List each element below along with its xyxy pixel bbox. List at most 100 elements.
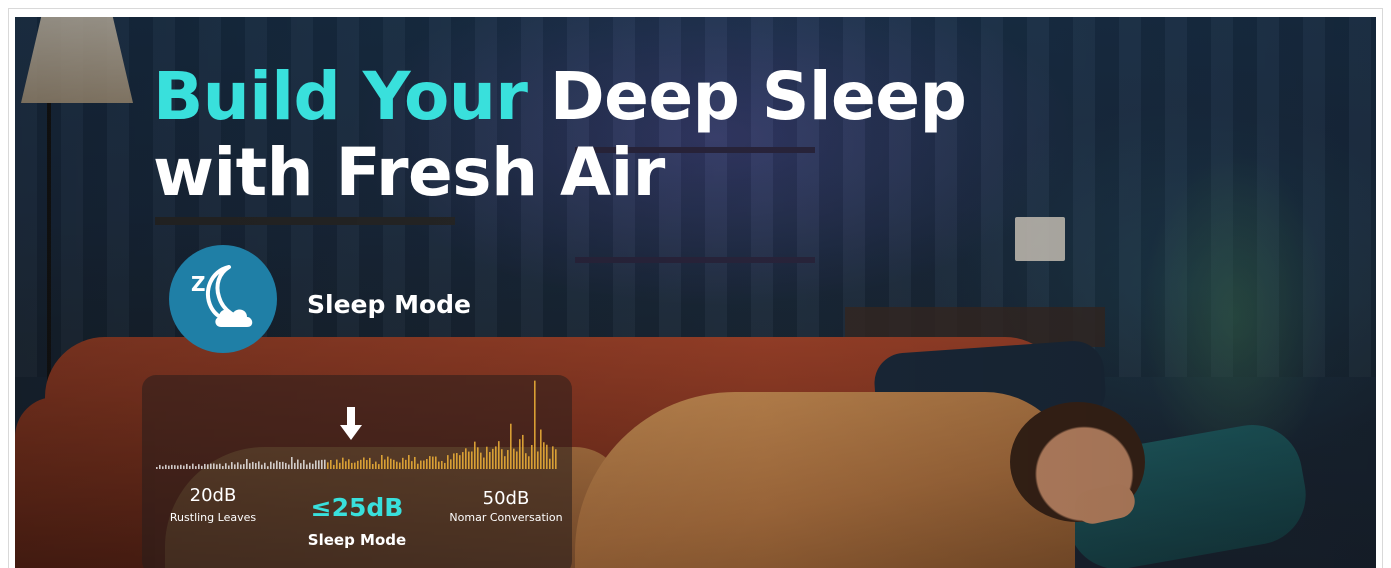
waveform-bar	[441, 460, 443, 469]
waveform-bar	[312, 463, 314, 469]
waveform-bar	[336, 459, 338, 469]
waveform-bar	[480, 452, 482, 469]
waveform-bar	[516, 451, 518, 469]
waveform-bar	[318, 460, 320, 469]
waveform-bar	[159, 464, 161, 469]
waveform-bar	[219, 463, 221, 469]
waveform-bar	[342, 457, 344, 469]
waveform-bar	[273, 463, 275, 469]
waveform-bar	[381, 455, 383, 469]
waveform-bar	[261, 464, 263, 469]
waveform-bar	[432, 456, 434, 469]
waveform-bar	[546, 444, 548, 469]
waveform-bar	[456, 453, 458, 469]
waveform-bar	[522, 434, 524, 469]
waveform-bar	[549, 458, 551, 469]
waveform-bar	[330, 460, 332, 469]
waveform-bar	[531, 445, 533, 469]
waveform-bar	[213, 463, 215, 469]
waveform-bar	[354, 462, 356, 469]
zzz-letter: Z	[191, 272, 206, 296]
waveform-bar	[426, 459, 428, 469]
waveform-bar	[279, 462, 281, 469]
waveform-bar	[270, 461, 272, 469]
noise-high-caption: Nomar Conversation	[449, 511, 563, 524]
waveform-bar	[498, 441, 500, 469]
waveform-bar	[222, 466, 224, 469]
waveform-bar	[408, 455, 410, 469]
waveform-bar	[162, 466, 164, 469]
waveform-bar	[447, 455, 449, 469]
waveform-bar	[204, 463, 206, 469]
waveform-bar	[414, 456, 416, 469]
waveform-bar	[387, 456, 389, 469]
waveform-bar	[540, 429, 542, 469]
waveform-bar	[492, 448, 494, 469]
waveform-bar	[177, 465, 179, 469]
waveform-bar	[303, 459, 305, 469]
waveform-bar	[543, 442, 545, 469]
waveform-bar	[519, 439, 521, 469]
waveform-bar	[324, 459, 326, 469]
waveform-bar	[369, 457, 371, 469]
noise-low-caption: Rustling Leaves	[169, 511, 257, 524]
waveform-bar	[267, 466, 269, 469]
waveform-bar	[216, 464, 218, 469]
waveform-bar	[504, 456, 506, 469]
noise-sleep-caption: Sleep Mode	[307, 531, 407, 549]
waveform-bar	[366, 460, 368, 469]
waveform-bar	[525, 453, 527, 469]
waveform-bar	[192, 463, 194, 469]
waveform-bar	[180, 464, 182, 469]
waveform-bar	[495, 446, 497, 469]
waveform-bar	[207, 464, 209, 469]
waveform-bar	[501, 449, 503, 469]
waveform-bar	[309, 462, 311, 469]
waveform-bar	[420, 460, 422, 469]
waveform-bar	[339, 462, 341, 469]
waveform-bar	[174, 465, 176, 469]
waveform-bar	[378, 464, 380, 469]
waveform-bar	[459, 455, 461, 469]
waveform-bar	[186, 463, 188, 469]
waveform-bar	[237, 462, 239, 469]
waveform-bar	[210, 463, 212, 469]
hero-banner: Build Your Deep Sleep with Fresh Air Z S…	[15, 17, 1376, 568]
waveform-bar	[507, 450, 509, 469]
waveform-bar	[555, 449, 557, 469]
waveform-bar	[201, 465, 203, 469]
waveform-bar	[294, 462, 296, 469]
waveform-bar	[510, 423, 512, 469]
waveform-bar	[300, 463, 302, 469]
sleep-mode-badge: Z	[169, 245, 277, 353]
waveform-bar	[255, 463, 257, 469]
waveform-bar	[243, 464, 245, 469]
waveform-bar	[462, 452, 464, 469]
moon-cloud-zzz-icon: Z	[191, 265, 253, 327]
waveform-bar	[351, 462, 353, 469]
noise-sleep-value: ≤25dB	[310, 493, 404, 522]
waveform-bar	[405, 459, 407, 469]
headline-accent: Build Your	[153, 58, 528, 135]
noise-low-value: 20dB	[189, 485, 237, 506]
waveform-bar	[453, 453, 455, 469]
waveform-bar	[384, 459, 386, 469]
waveform-bar	[333, 464, 335, 469]
waveform-bar	[513, 448, 515, 469]
waveform-bar	[471, 451, 473, 469]
waveform-bar	[171, 464, 173, 469]
waveform-bar	[345, 461, 347, 469]
waveform-bar	[291, 457, 293, 469]
waveform-bar	[249, 463, 251, 469]
waveform-bar	[435, 456, 437, 469]
waveform-bar	[168, 465, 170, 469]
waveform-bar	[165, 464, 167, 469]
waveform-bar	[429, 456, 431, 469]
waveform-bar	[444, 462, 446, 469]
waveform-bar	[234, 464, 236, 469]
waveform-bar	[528, 456, 530, 469]
waveform-bar	[468, 451, 470, 469]
waveform-bar	[450, 459, 452, 469]
waveform-bar	[315, 460, 317, 469]
waveform-bar	[465, 448, 467, 469]
